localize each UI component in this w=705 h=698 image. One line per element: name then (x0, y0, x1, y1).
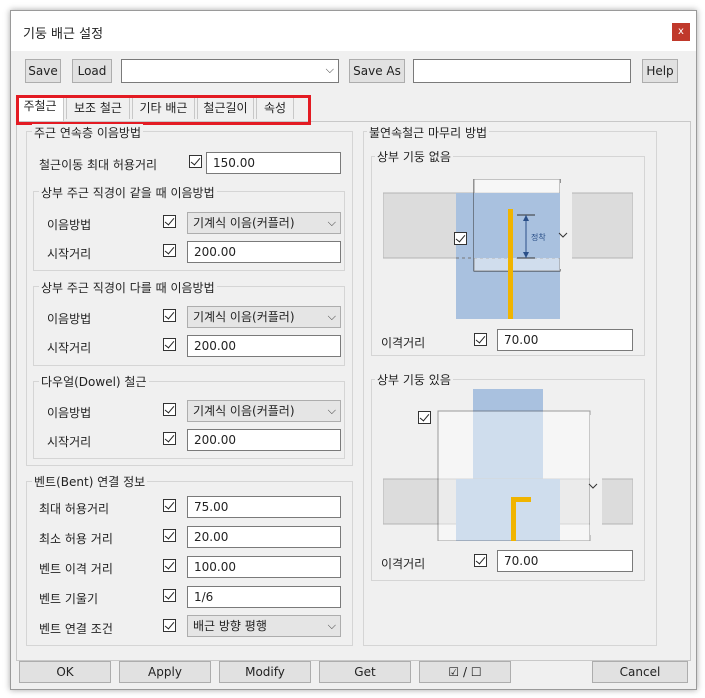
bent-cond-select[interactable]: 배근 방향 평행 ⌵ (187, 615, 341, 637)
help-button[interactable]: Help (642, 59, 678, 83)
no-upper-column-title: 상부 기둥 없음 (375, 148, 453, 165)
bent-min-dist-input[interactable]: 20.00 (187, 526, 341, 548)
same-dia-start-checkbox[interactable] (163, 244, 176, 257)
diff-dia-group-title: 상부 주근 직경이 다를 때 이음방법 (39, 279, 217, 296)
chevron-down-icon: ⌵ (327, 619, 336, 632)
no-upper-dist-label: 이격거리 (381, 336, 426, 350)
dowel-start-input[interactable]: 200.00 (187, 429, 341, 451)
load-button[interactable]: Load (72, 59, 112, 83)
bent-row-label: 최소 허용 거리 (39, 532, 113, 546)
bent-cond-checkbox[interactable] (163, 619, 176, 632)
dowel-method-checkbox[interactable] (163, 403, 176, 416)
popup-scroll (560, 183, 572, 269)
highlight-box (16, 95, 311, 125)
bent-row-label: 벤트 기울기 (39, 592, 99, 606)
same-dia-method-select[interactable]: 기계식 이음(커플러) ⌵ (187, 212, 341, 234)
chevron-down-icon: ⌵ (325, 63, 334, 76)
dowel-start-checkbox[interactable] (163, 432, 176, 445)
max-move-dist-label: 철근이동 최대 허용거리 (39, 158, 158, 172)
dialog-window: 기둥 배근 설정 x Save Load ⌵ Save As Help 주철근 … (10, 10, 697, 690)
bent-row-label: 벤트 이격 거리 (39, 562, 113, 576)
dowel-start-label: 시작거리 (47, 435, 92, 449)
bent-cond-value: 배근 방향 평행 (193, 619, 267, 633)
joint-method-group-title: 주근 연속층 이음방법 (32, 124, 143, 141)
no-upper-option-checkbox[interactable] (454, 232, 467, 245)
with-upper-column-title: 상부 기둥 있음 (375, 371, 453, 388)
save-button[interactable]: Save (25, 59, 61, 83)
max-move-dist-input[interactable]: 150.00 (206, 152, 341, 174)
bent-offset-input[interactable]: 100.00 (187, 556, 341, 578)
dowel-method-select[interactable]: 기계식 이음(커플러) ⌵ (187, 400, 341, 422)
diff-dia-start-input[interactable]: 200.00 (187, 335, 341, 357)
bent-row-checkbox[interactable] (163, 589, 176, 602)
no-upper-column-diagram: 정착 (383, 179, 633, 319)
save-as-button[interactable]: Save As (349, 59, 405, 83)
rebar-line (508, 209, 513, 319)
same-dia-start-label: 시작거리 (47, 247, 92, 261)
chevron-down-icon: ⌵ (327, 310, 336, 323)
ok-button[interactable]: OK (19, 661, 111, 683)
with-upper-dist-input[interactable]: 70.00 (497, 550, 633, 572)
dowel-method-value: 기계식 이음(커플러) (193, 404, 295, 418)
same-dia-method-label: 이음방법 (47, 218, 92, 232)
dim-text: 정착 (531, 232, 546, 242)
bent-max-dist-input[interactable]: 75.00 (187, 496, 341, 518)
preset-combo[interactable]: ⌵ (121, 59, 339, 83)
window-title: 기둥 배근 설정 (23, 27, 104, 42)
save-as-name-input[interactable] (413, 59, 631, 83)
cancel-button[interactable]: Cancel (592, 661, 688, 683)
get-button[interactable]: Get (319, 661, 411, 683)
same-dia-start-input[interactable]: 200.00 (187, 241, 341, 263)
modify-button[interactable]: Modify (219, 661, 311, 683)
dowel-method-label: 이음방법 (47, 406, 92, 420)
diff-dia-method-checkbox[interactable] (163, 309, 176, 322)
popup-scroll (590, 415, 602, 535)
column-shape (474, 193, 560, 258)
dowel-group-title: 다우얼(Dowel) 철근 (39, 373, 149, 390)
diff-dia-method-label: 이음방법 (47, 312, 92, 326)
bent-slope-input[interactable]: 1/6 (187, 586, 341, 608)
bent-cond-label: 벤트 연결 조건 (39, 622, 113, 636)
diff-dia-method-value: 기계식 이음(커플러) (193, 310, 295, 324)
max-move-dist-checkbox[interactable] (189, 155, 202, 168)
no-upper-dist-input[interactable]: 70.00 (497, 329, 633, 351)
check-toggle-button[interactable]: ☑ / ☐ (419, 661, 511, 683)
discontinuous-rebar-group-title: 불연속철근 마무리 방법 (367, 124, 490, 141)
diff-dia-method-select[interactable]: 기계식 이음(커플러) ⌵ (187, 306, 341, 328)
diff-dia-start-label: 시작거리 (47, 341, 92, 355)
close-button[interactable]: x (672, 23, 690, 41)
title-bar: 기둥 배근 설정 x (11, 11, 696, 51)
chevron-down-icon: ⌵ (327, 216, 336, 229)
chevron-down-icon: ⌵ (327, 404, 336, 417)
bent-row-checkbox[interactable] (163, 529, 176, 542)
same-dia-method-value: 기계식 이음(커플러) (193, 216, 295, 230)
no-upper-dist-checkbox[interactable] (474, 333, 487, 346)
rebar-line (511, 497, 516, 541)
same-dia-method-checkbox[interactable] (163, 215, 176, 228)
same-dia-group-title: 상부 주근 직경이 같을 때 이음방법 (39, 184, 217, 201)
bent-row-checkbox[interactable] (163, 559, 176, 572)
bent-row-checkbox[interactable] (163, 499, 176, 512)
diff-dia-start-checkbox[interactable] (163, 338, 176, 351)
with-upper-dist-label: 이격거리 (381, 557, 426, 571)
apply-button[interactable]: Apply (119, 661, 211, 683)
bent-group-title: 벤트(Bent) 연결 정보 (32, 473, 148, 490)
bent-row-label: 최대 허용거리 (39, 502, 110, 516)
rebar-hook (511, 497, 531, 502)
with-upper-dist-checkbox[interactable] (474, 554, 487, 567)
with-upper-option-checkbox[interactable] (418, 411, 431, 424)
